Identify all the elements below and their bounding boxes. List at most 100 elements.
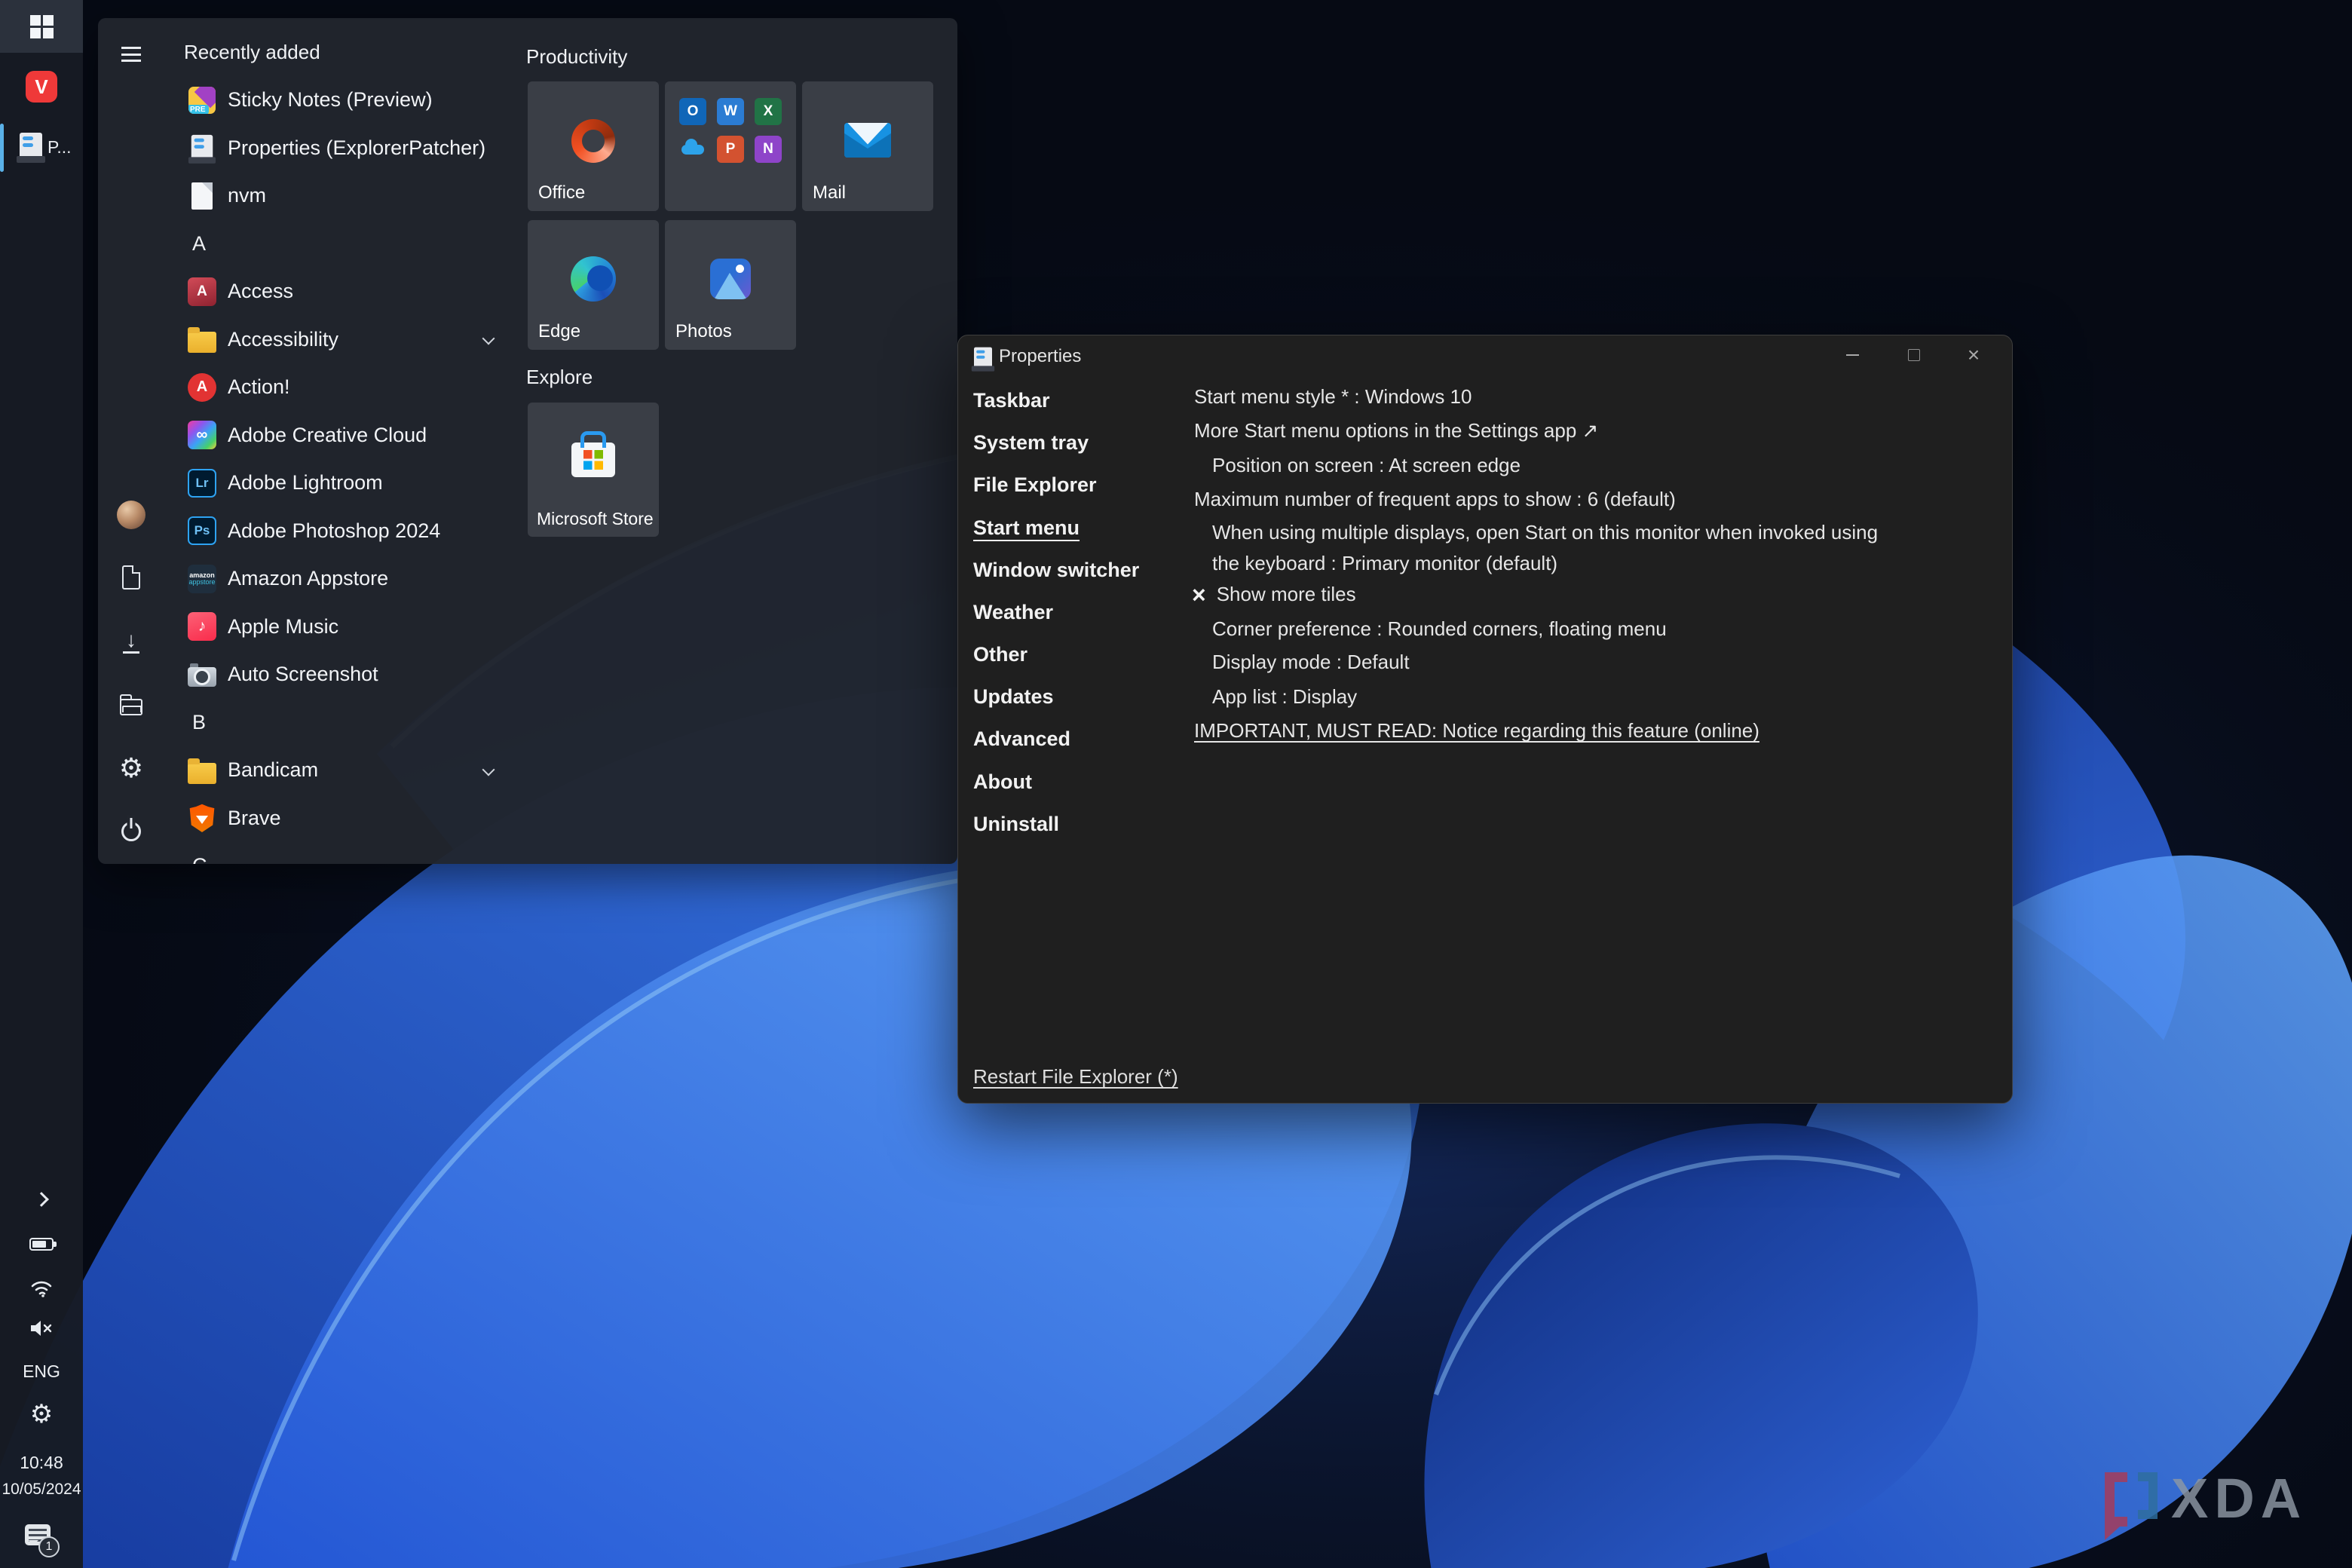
app-item-brave[interactable]: Brave bbox=[173, 795, 513, 841]
setting-text: When using multiple displays, open Start… bbox=[1212, 521, 1879, 544]
start-button[interactable] bbox=[0, 0, 83, 53]
show-hidden-icons-button[interactable] bbox=[0, 1187, 83, 1212]
power-button[interactable] bbox=[115, 816, 148, 847]
tile-edge[interactable]: Edge bbox=[528, 220, 659, 350]
start-settings-button[interactable]: ⚙ bbox=[115, 753, 148, 783]
downloads-icon bbox=[121, 629, 141, 654]
app-item-properties-explorerpatcher[interactable]: Properties (ExplorerPatcher) bbox=[173, 124, 513, 171]
app-list-letter-c[interactable]: C bbox=[173, 843, 513, 864]
chevron-down-icon[interactable] bbox=[482, 763, 495, 776]
app-item-label: Access bbox=[228, 280, 294, 302]
xda-right-bracket-icon bbox=[2138, 1472, 2158, 1519]
setting-line-0[interactable]: Start menu style * : Windows 10 bbox=[1194, 385, 1472, 409]
app-item-label: Sticky Notes (Preview) bbox=[228, 88, 433, 111]
app-item-amazon-appstore[interactable]: amazon appstore Amazon Appstore bbox=[173, 556, 513, 602]
app-item-auto-screenshot[interactable]: Auto Screenshot bbox=[173, 651, 513, 698]
app-item-action[interactable]: A Action! bbox=[173, 364, 513, 411]
setting-line-5[interactable]: × Show more tiles bbox=[1192, 583, 1356, 607]
sidebar-item-other[interactable]: Other bbox=[973, 643, 1027, 666]
close-button[interactable]: × bbox=[1955, 341, 1992, 369]
taskbar-item-label: P... bbox=[47, 137, 72, 157]
app-item-label: Brave bbox=[228, 806, 281, 829]
documents-button[interactable] bbox=[115, 562, 148, 593]
notification-center-button[interactable]: 1 bbox=[0, 1523, 83, 1557]
photoshop-icon: Ps bbox=[188, 516, 216, 545]
pictures-button[interactable] bbox=[115, 690, 148, 720]
sidebar-item-weather[interactable]: Weather bbox=[973, 601, 1053, 624]
setting-line-3[interactable]: Maximum number of frequent apps to show … bbox=[1194, 488, 1676, 511]
sidebar-item-file-explorer[interactable]: File Explorer bbox=[973, 473, 1097, 497]
app-list-letter-b[interactable]: B bbox=[173, 699, 513, 746]
app-item-label: Amazon Appstore bbox=[228, 567, 389, 590]
setting-line-6[interactable]: Corner preference : Rounded corners, flo… bbox=[1212, 617, 1667, 641]
tile-label: Microsoft Store bbox=[537, 509, 654, 528]
letter-label: A bbox=[192, 231, 207, 255]
app-item-sticky-notes-preview[interactable]: PRE Sticky Notes (Preview) bbox=[173, 77, 513, 124]
sidebar-item-updates[interactable]: Updates bbox=[973, 685, 1054, 709]
setting-line-1[interactable]: More Start menu options in the Settings … bbox=[1194, 419, 1598, 443]
app-item-adobe-creative-cloud[interactable]: ∞ Adobe Creative Cloud bbox=[173, 412, 513, 458]
setting-line-2[interactable]: Position on screen : At screen edge bbox=[1212, 454, 1521, 477]
microsoft-store-icon bbox=[571, 443, 615, 477]
language-indicator[interactable]: ENG bbox=[0, 1360, 83, 1383]
setting-line-8[interactable]: App list : Display bbox=[1212, 685, 1357, 709]
minimize-button[interactable] bbox=[1834, 341, 1870, 369]
setting-text: App list : Display bbox=[1212, 685, 1358, 708]
app-item-access[interactable]: A Access bbox=[173, 268, 513, 315]
clock-time[interactable]: 10:48 bbox=[0, 1452, 83, 1473]
sidebar-item-window-switcher[interactable]: Window switcher bbox=[973, 559, 1139, 582]
start-menu-expand-button[interactable] bbox=[115, 39, 148, 69]
app-item-adobe-photoshop-2024[interactable]: Ps Adobe Photoshop 2024 bbox=[173, 507, 513, 554]
app-item-adobe-lightroom[interactable]: Lr Adobe Lightroom bbox=[173, 460, 513, 507]
sidebar-item-about[interactable]: About bbox=[973, 770, 1032, 794]
sidebar-item-advanced[interactable]: Advanced bbox=[973, 727, 1070, 751]
app-list-section-header: Recently added bbox=[173, 29, 513, 75]
tile-section-header: Explore bbox=[526, 366, 593, 388]
tile-office[interactable]: Office bbox=[528, 81, 659, 211]
chevron-right-icon bbox=[34, 1192, 49, 1207]
app-item-apple-music[interactable]: ♪ Apple Music bbox=[173, 603, 513, 650]
app-item-nvm[interactable]: nvm bbox=[173, 173, 513, 219]
downloads-button[interactable] bbox=[115, 626, 148, 657]
tile-microsoft-store[interactable]: Microsoft Store bbox=[528, 403, 659, 537]
edge-icon bbox=[571, 256, 616, 302]
tile-mail[interactable]: Mail bbox=[802, 81, 933, 211]
app-item-label: nvm bbox=[228, 184, 267, 207]
setting-line-4[interactable]: When using multiple displays, open Start… bbox=[1212, 521, 1878, 575]
letter-label: B bbox=[192, 710, 207, 733]
section-header-label: Recently added bbox=[184, 40, 320, 63]
clock-date[interactable]: 10/05/2024 bbox=[0, 1479, 83, 1500]
app-item-accessibility[interactable]: Accessibility bbox=[173, 316, 513, 363]
taskbar-item-properties[interactable]: P... bbox=[0, 119, 83, 176]
properties-icon bbox=[971, 347, 995, 372]
app-item-label: Adobe Photoshop 2024 bbox=[228, 519, 441, 542]
battery-status[interactable] bbox=[0, 1233, 83, 1254]
tray-settings-button[interactable]: ⚙ bbox=[0, 1399, 83, 1429]
setting-line-7[interactable]: Display mode : Default bbox=[1212, 651, 1410, 674]
tile-section-header: Productivity bbox=[526, 45, 628, 68]
restart-explorer-link[interactable]: Restart File Explorer (*) bbox=[973, 1065, 1178, 1089]
maximize-button[interactable] bbox=[1896, 341, 1932, 369]
taskbar-item-vivaldi[interactable]: V bbox=[0, 71, 83, 103]
chevron-down-icon[interactable] bbox=[482, 332, 495, 345]
app-list-letter-a[interactable]: A bbox=[173, 220, 513, 267]
user-account-button[interactable] bbox=[115, 500, 148, 530]
xda-watermark: XDA bbox=[2105, 1466, 2338, 1549]
sidebar-item-uninstall[interactable]: Uninstall bbox=[973, 813, 1059, 836]
setting-line-9[interactable]: IMPORTANT, MUST READ: Notice regarding t… bbox=[1194, 719, 1759, 743]
vivaldi-icon: V bbox=[26, 71, 57, 103]
tile-photos[interactable]: Photos bbox=[665, 220, 796, 350]
network-status[interactable] bbox=[0, 1274, 83, 1300]
pictures-icon bbox=[120, 694, 142, 715]
taskbar: V P... ENG ⚙ 10:48 10/05/2024 1 bbox=[0, 0, 83, 1568]
excel-icon: X bbox=[755, 98, 782, 125]
app-item-bandicam[interactable]: Bandicam bbox=[173, 747, 513, 794]
titlebar[interactable]: Properties × bbox=[958, 335, 2012, 375]
window-title: Properties bbox=[999, 346, 1082, 366]
sidebar-item-system-tray[interactable]: System tray bbox=[973, 431, 1089, 455]
volume-status[interactable] bbox=[0, 1316, 83, 1340]
tile-office-apps-group[interactable]: OWXPN bbox=[665, 81, 796, 211]
sidebar-item-taskbar[interactable]: Taskbar bbox=[973, 389, 1050, 412]
sidebar-item-start-menu[interactable]: Start menu bbox=[973, 516, 1080, 540]
brave-icon bbox=[189, 804, 215, 832]
